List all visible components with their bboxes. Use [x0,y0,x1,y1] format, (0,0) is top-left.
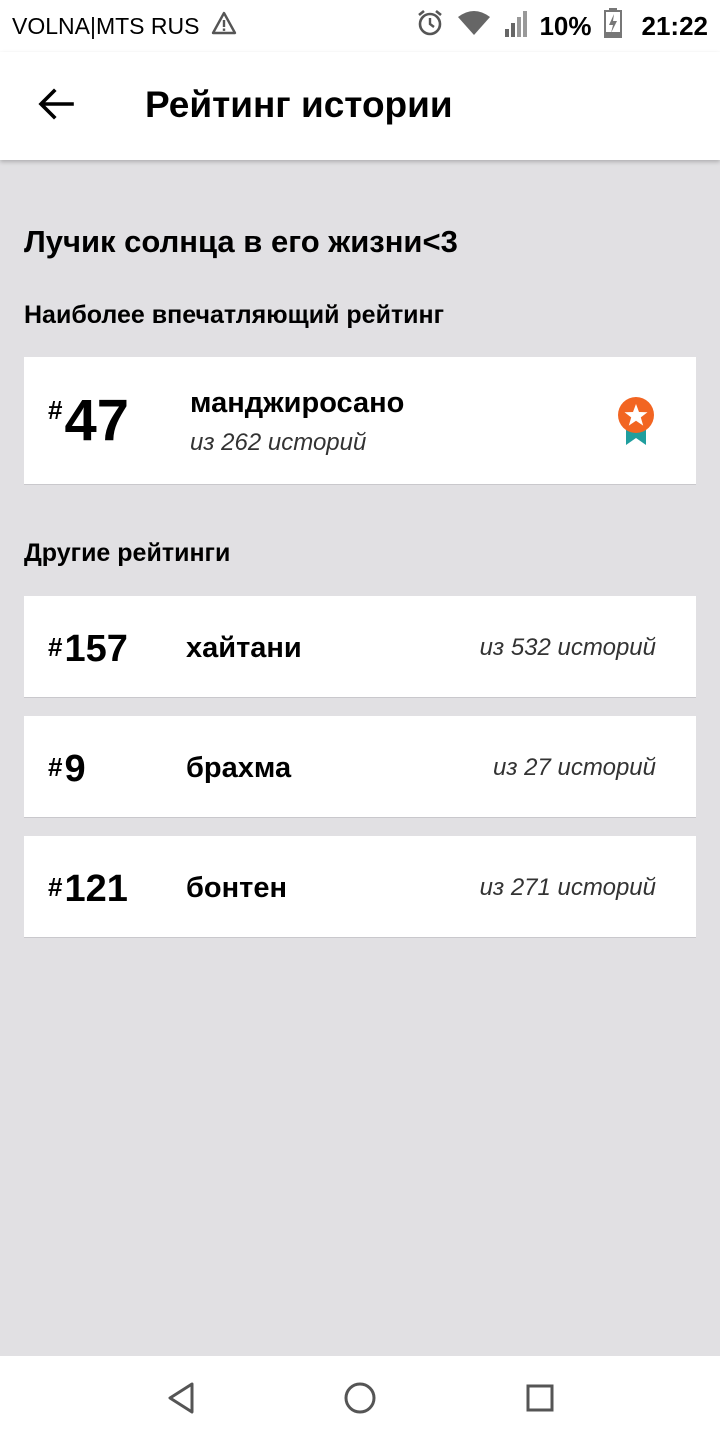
rank-hash: # [48,752,63,782]
system-nav-bar [0,1356,720,1440]
medal-star-icon [614,395,658,447]
nav-recents-square-icon[interactable] [520,1378,560,1418]
section-label-main: Наиболее впечатляющий рейтинг [24,301,445,329]
ranking-count: из 271 историй [479,874,656,901]
ranking-row[interactable]: # 9 брахма из 27 историй [24,716,696,818]
row-rank: # 121 [48,868,128,910]
rank-number: 121 [64,868,128,910]
rank-number: 47 [64,388,129,453]
nav-back-triangle-icon[interactable] [162,1378,202,1418]
rank-number: 9 [64,748,86,790]
section-label-other: Другие рейтинги [24,539,231,567]
row-rank: # 157 [48,628,128,670]
main-ranking-card[interactable]: # 47 манджиросано из 262 историй [24,357,696,485]
battery-charging-icon [603,8,622,44]
status-right: 10% 21:22 [415,8,708,44]
clock-time: 21:22 [641,10,709,41]
back-button[interactable] [28,78,84,134]
app-bar: Рейтинг истории [0,52,720,160]
page-title: Рейтинг истории [145,84,453,125]
row-rank: # 9 [48,748,86,790]
rank-number: 157 [64,628,128,670]
ranking-count: из 27 историй [493,754,656,781]
status-left: VOLNA|MTS RUS [12,11,237,41]
ranking-tag: манджиросано [190,387,405,419]
signal-icon [503,9,528,43]
alarm-icon [415,8,445,44]
warning-icon [211,11,237,41]
nav-home-circle-icon[interactable] [340,1378,380,1418]
ranking-count: из 262 историй [190,429,367,456]
ranking-tag: бонтен [186,872,287,904]
battery-percent: 10% [539,10,592,41]
carrier-name: VOLNA|MTS RUS [12,12,200,39]
ranking-row[interactable]: # 121 бонтен из 271 историй [24,836,696,938]
ranking-tag: хайтани [186,632,302,664]
ranking-count: из 532 историй [479,634,656,661]
status-bar: VOLNA|MTS RUS 10% 21:22 [0,0,720,52]
arrow-left-icon [38,87,74,125]
story-title: Лучик солнца в его жизни<3 [24,224,458,259]
rank-hash: # [48,395,63,425]
main-rank: # 47 [48,391,129,451]
content-area[interactable]: Лучик солнца в его жизни<3 Наиболее впеч… [0,160,720,1356]
wifi-icon [457,10,491,42]
ranking-row[interactable]: # 157 хайтани из 532 историй [24,596,696,698]
ranking-tag: брахма [186,752,292,784]
rank-hash: # [48,872,63,902]
rank-hash: # [48,632,63,662]
